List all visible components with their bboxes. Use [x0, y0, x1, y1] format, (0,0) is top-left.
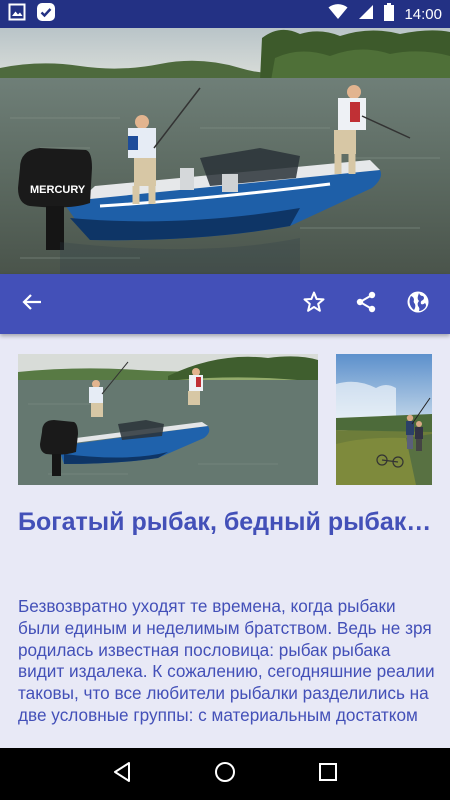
- nav-home-button[interactable]: [205, 754, 245, 794]
- image-icon: [8, 3, 26, 26]
- favorite-button[interactable]: [292, 282, 336, 326]
- open-in-browser-button[interactable]: [396, 282, 440, 326]
- gallery-image-boat[interactable]: [18, 354, 318, 485]
- nav-back-button[interactable]: [102, 754, 142, 794]
- toolbar: [0, 274, 450, 334]
- hero-engine-brand: MERCURY: [30, 184, 86, 196]
- article-content: Богатый рыбак, бедный рыбак… Безвозвратн…: [0, 334, 450, 748]
- home-circle-icon: [214, 761, 236, 788]
- navigation-bar: [0, 748, 450, 800]
- battery-icon: [384, 2, 395, 26]
- back-triangle-icon: [112, 761, 132, 788]
- article-title: Богатый рыбак, бедный рыбак…: [18, 508, 432, 536]
- recents-square-icon: [318, 762, 338, 787]
- hero-image: MERCURY: [0, 28, 450, 274]
- article-body: Безвозвратно уходят те времена, когда ры…: [18, 596, 435, 725]
- globe-icon: [406, 290, 430, 319]
- share-icon: [354, 290, 378, 319]
- back-button[interactable]: [10, 282, 54, 326]
- gallery-image-shore[interactable]: [336, 354, 432, 485]
- image-gallery[interactable]: [18, 354, 450, 485]
- back-arrow-icon: [21, 291, 43, 318]
- share-button[interactable]: [344, 282, 388, 326]
- status-time: 14:00: [404, 5, 442, 23]
- check-badge-icon: [36, 2, 56, 27]
- signal-icon: [358, 4, 374, 25]
- star-icon: [302, 290, 326, 319]
- status-bar: 14:00: [0, 0, 450, 28]
- nav-recents-button[interactable]: [308, 754, 348, 794]
- wifi-icon: [328, 3, 348, 25]
